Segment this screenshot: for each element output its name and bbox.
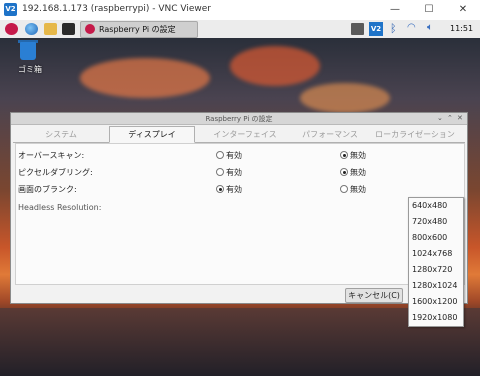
pi-taskbar: Raspberry Pi の設定 V2 ᛒ ◠ 🔈︎ 11:51 xyxy=(0,20,480,39)
overscan-enable-label[interactable]: 有効 xyxy=(226,150,242,161)
pixel-doubling-disable-radio[interactable] xyxy=(340,168,348,176)
window-titlebar: V2 192.168.1.173 (raspberrypi) - VNC Vie… xyxy=(0,0,480,21)
window-title: 192.168.1.173 (raspberrypi) - VNC Viewer xyxy=(22,4,211,14)
tab-display[interactable]: ディスプレイ xyxy=(109,126,195,143)
resolution-option[interactable]: 640x480 xyxy=(409,198,463,214)
maximize-button[interactable]: ☐ xyxy=(412,0,446,20)
folder-icon[interactable] xyxy=(44,23,57,35)
screen-blanking-enable-label[interactable]: 有効 xyxy=(226,184,242,195)
resolution-option[interactable]: 720x480 xyxy=(409,214,463,230)
tab-bar: システム ディスプレイ インターフェイス パフォーマンス ローカライゼーション xyxy=(13,126,465,143)
resolution-option[interactable]: 1280x720 xyxy=(409,262,463,278)
resolution-dropdown-menu: 640x480 720x480 800x600 1024x768 1280x72… xyxy=(408,197,464,327)
vnc-logo-icon: V2 xyxy=(4,3,17,16)
overscan-disable-radio[interactable] xyxy=(340,151,348,159)
close-button[interactable]: ✕ xyxy=(446,0,480,20)
clock: 11:51 xyxy=(450,24,474,33)
taskbar-item-label: Raspberry Pi の設定 xyxy=(99,25,176,34)
overscan-label: オーバースキャン: xyxy=(18,151,85,160)
trash-icon[interactable] xyxy=(20,42,36,60)
resolution-option[interactable]: 800x600 xyxy=(409,230,463,246)
wallpaper-cloud xyxy=(230,46,320,86)
trash-label[interactable]: ゴミ箱 xyxy=(18,64,42,75)
tab-interfaces[interactable]: インターフェイス xyxy=(195,127,295,142)
volume-icon[interactable]: 🔈︎ xyxy=(427,22,433,33)
wallpaper-cloud xyxy=(300,83,390,113)
keyboard-icon[interactable] xyxy=(351,23,364,35)
wallpaper-cloud xyxy=(80,58,210,98)
pixel-doubling-enable-radio[interactable] xyxy=(216,168,224,176)
vnc-tray-icon[interactable]: V2 xyxy=(369,22,383,36)
raspberry-icon xyxy=(85,24,95,34)
terminal-icon[interactable] xyxy=(62,23,75,35)
raspberry-menu-icon[interactable] xyxy=(5,23,18,35)
pixel-doubling-label: ピクセルダブリング: xyxy=(18,168,93,177)
browser-icon[interactable] xyxy=(25,23,38,35)
dialog-titlebar[interactable]: Raspberry Pi の設定 ⌄ ⌃ ✕ xyxy=(11,113,467,125)
dialog-minimize-button[interactable]: ⌄ xyxy=(437,114,443,122)
bluetooth-icon[interactable]: ᛒ xyxy=(390,22,397,35)
resolution-option[interactable]: 1600x1200 xyxy=(409,294,463,310)
dialog-title: Raspberry Pi の設定 xyxy=(205,115,273,123)
pixel-doubling-disable-label[interactable]: 無効 xyxy=(350,167,366,178)
dialog-close-button[interactable]: ✕ xyxy=(457,114,463,122)
display-panel: オーバースキャン: 有効 無効 ピクセルダブリング: 有効 無効 画面のブランク… xyxy=(15,143,465,285)
pixel-doubling-enable-label[interactable]: 有効 xyxy=(226,167,242,178)
tab-localisation[interactable]: ローカライゼーション xyxy=(365,127,465,142)
dialog-maximize-button[interactable]: ⌃ xyxy=(447,114,453,122)
resolution-option[interactable]: 1920x1080 xyxy=(409,310,463,326)
settings-dialog: Raspberry Pi の設定 ⌄ ⌃ ✕ システム ディスプレイ インターフ… xyxy=(10,112,468,304)
screen-blanking-label: 画面のブランク: xyxy=(18,185,77,194)
screen-blanking-disable-radio[interactable] xyxy=(340,185,348,193)
taskbar-item-settings[interactable]: Raspberry Pi の設定 xyxy=(80,21,198,38)
overscan-enable-radio[interactable] xyxy=(216,151,224,159)
headless-resolution-label: Headless Resolution: xyxy=(18,203,102,212)
resolution-option[interactable]: 1280x1024 xyxy=(409,278,463,294)
tab-performance[interactable]: パフォーマンス xyxy=(295,127,365,142)
minimize-button[interactable]: — xyxy=(378,0,412,20)
resolution-option[interactable]: 1024x768 xyxy=(409,246,463,262)
screen-blanking-enable-radio[interactable] xyxy=(216,185,224,193)
overscan-disable-label[interactable]: 無効 xyxy=(350,150,366,161)
screen-blanking-disable-label[interactable]: 無効 xyxy=(350,184,366,195)
tab-system[interactable]: システム xyxy=(13,127,109,142)
wifi-icon[interactable]: ◠ xyxy=(407,22,416,33)
cancel-button[interactable]: キャンセル(C) xyxy=(345,288,403,303)
